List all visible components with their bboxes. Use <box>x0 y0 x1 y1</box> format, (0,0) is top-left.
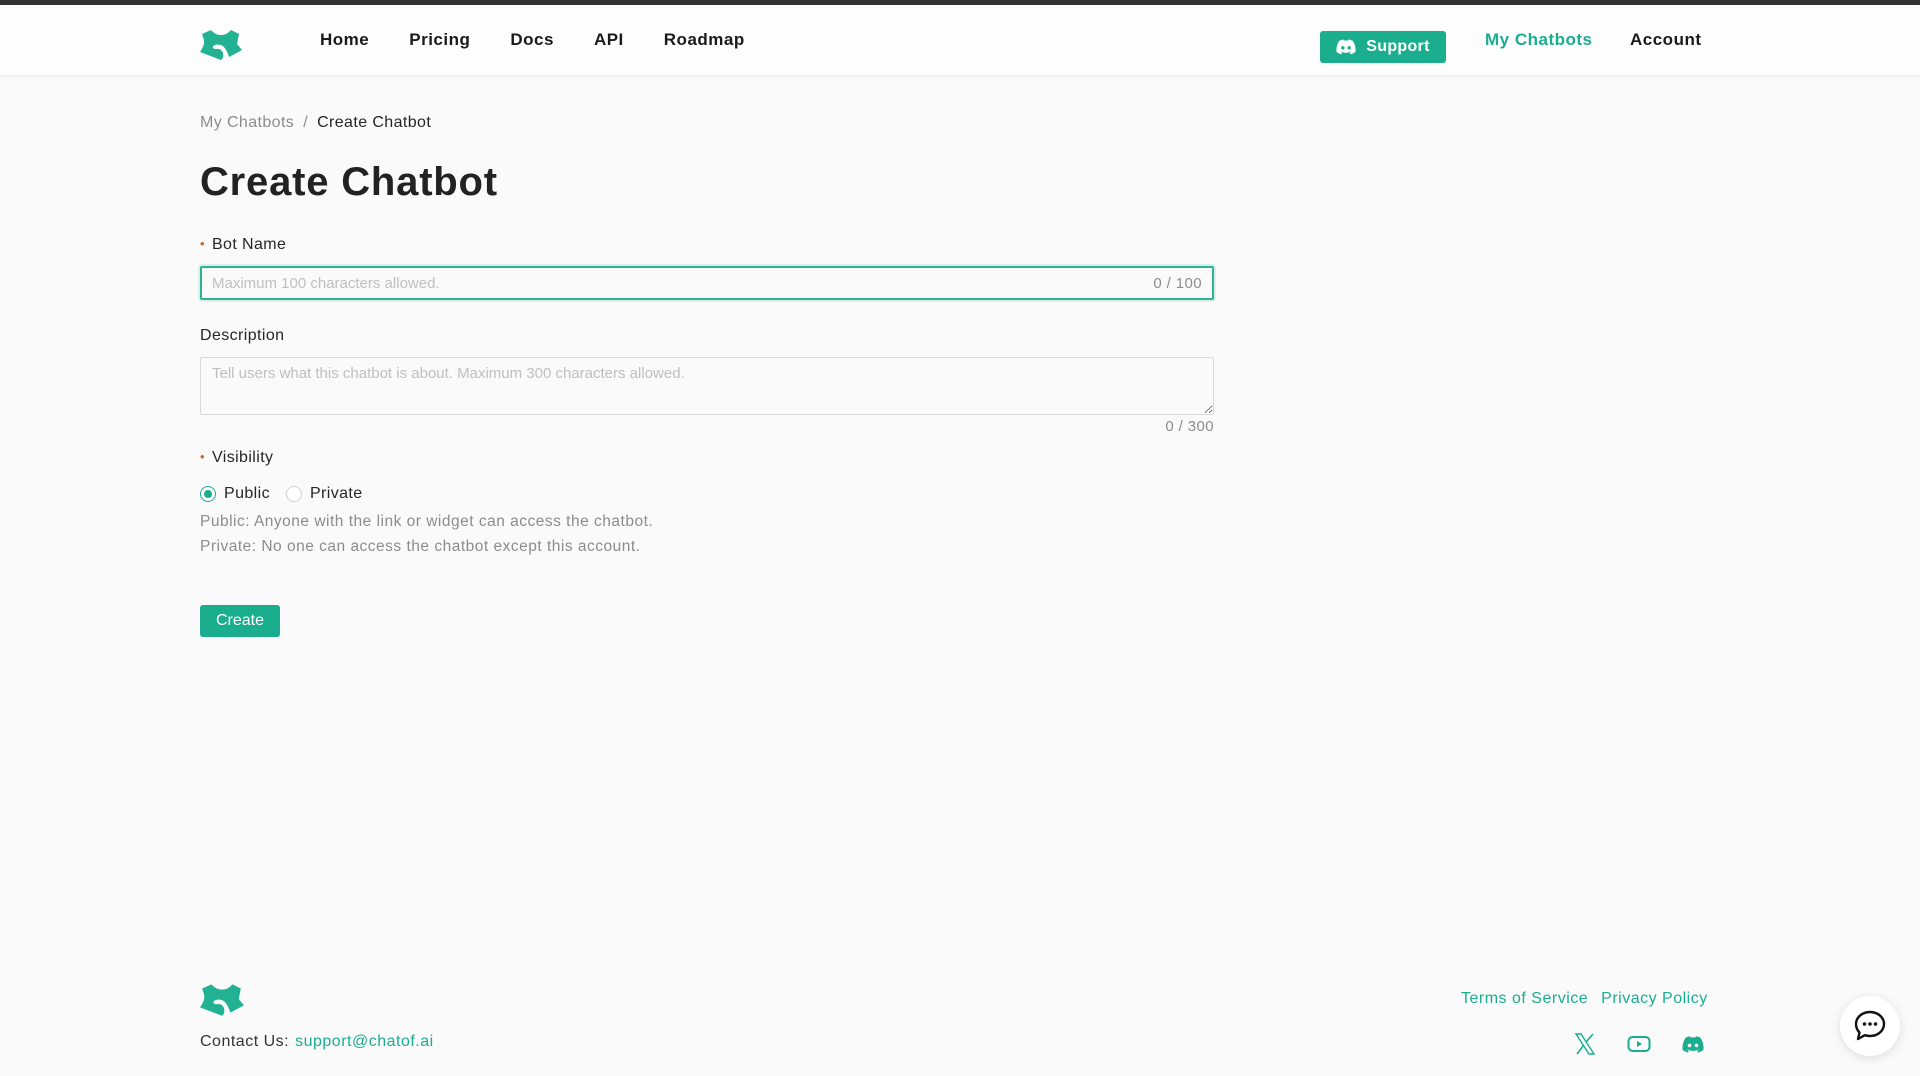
site-footer: Contact Us: support@chatof.ai Terms of Se… <box>0 975 1920 1076</box>
visibility-label-text: Visibility <box>211 449 274 466</box>
nav-docs[interactable]: Docs <box>510 30 554 50</box>
support-label: Support <box>1366 38 1430 55</box>
visibility-radio-group: Public Private <box>200 485 379 503</box>
radio-private[interactable]: Private <box>285 485 363 503</box>
bot-name-input[interactable] <box>202 274 1154 292</box>
nav-roadmap[interactable]: Roadmap <box>664 30 745 50</box>
page-title: Create Chatbot <box>200 160 498 204</box>
description-input[interactable] <box>200 357 1214 415</box>
footer-links: Terms of Service Privacy Policy <box>1461 990 1721 1008</box>
x-icon <box>1574 1033 1596 1055</box>
radio-private-indicator[interactable] <box>285 486 302 502</box>
main-nav: Home Pricing Docs API Roadmap <box>320 5 785 75</box>
breadcrumb: My Chatbots / Create Chatbot <box>200 114 431 132</box>
contact-label: Contact Us: <box>200 1033 290 1050</box>
terms-of-service-link[interactable]: Terms of Service <box>1461 990 1588 1007</box>
logo-icon[interactable] <box>199 27 243 61</box>
nav-api[interactable]: API <box>594 30 624 50</box>
bot-name-field: 0 / 100 <box>200 266 1214 300</box>
chat-widget-button[interactable] <box>1840 996 1900 1056</box>
footer-logo-icon[interactable] <box>199 981 245 1017</box>
visibility-label: • Visibility <box>200 449 273 467</box>
site-header: Home Pricing Docs API Roadmap Support My… <box>0 5 1920 75</box>
breadcrumb-current: Create Chatbot <box>317 114 432 131</box>
radio-private-label: Private <box>309 485 363 502</box>
radio-public-indicator[interactable] <box>200 486 216 502</box>
bot-name-label: • Bot Name <box>200 236 286 254</box>
radio-public[interactable]: Public <box>200 485 270 503</box>
youtube-link[interactable] <box>1625 1030 1653 1058</box>
bot-name-label-text: Bot Name <box>211 236 287 253</box>
nav-home[interactable]: Home <box>320 30 369 50</box>
x-link[interactable] <box>1571 1030 1599 1058</box>
nav-my-chatbots[interactable]: My Chatbots <box>1485 5 1593 75</box>
contact-info: Contact Us: support@chatof.ai <box>200 1033 434 1051</box>
visibility-help-private: Private: No one can access the chatbot e… <box>200 538 641 555</box>
chat-bubble-icon <box>1854 1010 1886 1041</box>
discord-icon <box>1336 39 1356 55</box>
visibility-help-public: Public: Anyone with the link or widget c… <box>200 513 654 530</box>
discord-icon <box>1682 1035 1704 1053</box>
youtube-icon <box>1627 1036 1651 1052</box>
radio-public-label: Public <box>224 485 270 502</box>
nav-pricing[interactable]: Pricing <box>409 30 470 50</box>
bot-name-counter: 0 / 100 <box>1153 274 1202 292</box>
required-marker: • <box>200 449 205 464</box>
privacy-policy-link[interactable]: Privacy Policy <box>1601 990 1708 1007</box>
support-button[interactable]: Support <box>1320 31 1446 63</box>
create-button[interactable]: Create <box>200 605 280 637</box>
breadcrumb-separator: / <box>303 114 309 131</box>
discord-link[interactable] <box>1679 1030 1707 1058</box>
breadcrumb-my-chatbots[interactable]: My Chatbots <box>200 114 294 131</box>
required-marker: • <box>200 236 205 251</box>
description-label: Description <box>200 327 285 344</box>
contact-email-link[interactable]: support@chatof.ai <box>295 1033 434 1050</box>
description-counter: 0 / 300 <box>1165 418 1214 435</box>
nav-account[interactable]: Account <box>1630 5 1702 75</box>
